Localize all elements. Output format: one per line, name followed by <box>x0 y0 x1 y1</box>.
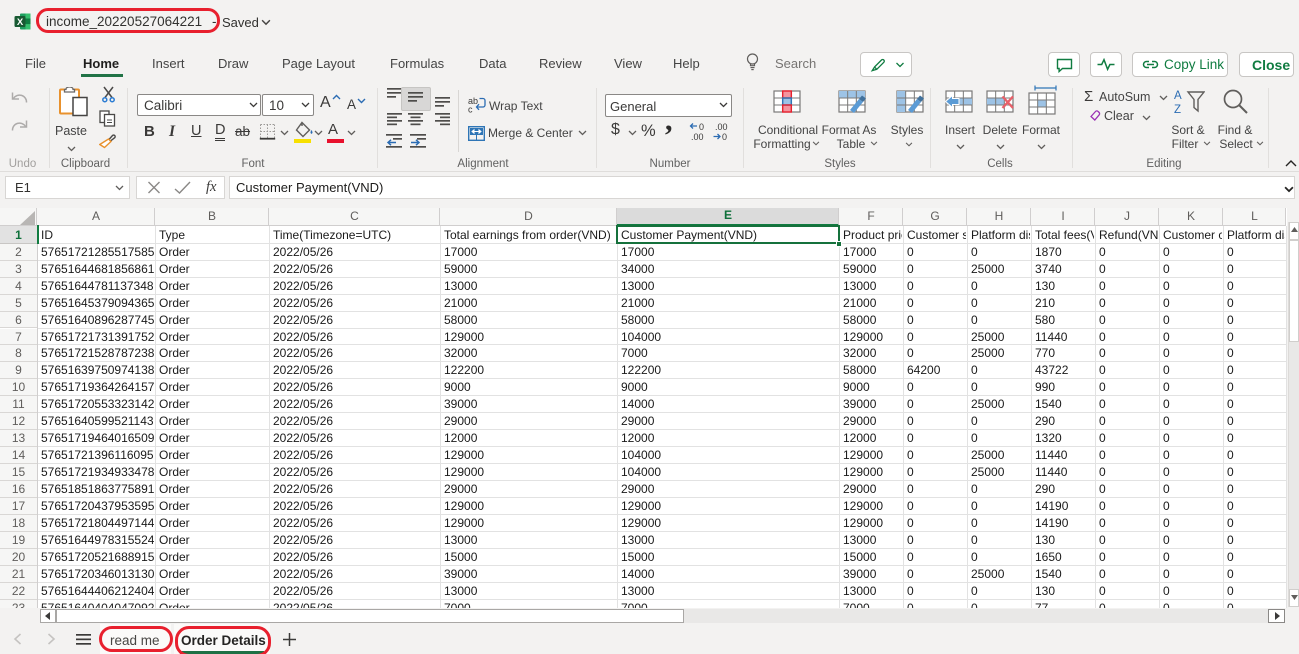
svg-text:X: X <box>17 17 24 28</box>
svg-text:.00: .00 <box>715 122 728 132</box>
svg-text:c: c <box>468 105 473 114</box>
svg-text:A: A <box>1174 90 1182 102</box>
svg-text:0: 0 <box>699 122 704 132</box>
svg-text:.00: .00 <box>691 132 704 141</box>
svg-text:Z: Z <box>1174 104 1181 115</box>
